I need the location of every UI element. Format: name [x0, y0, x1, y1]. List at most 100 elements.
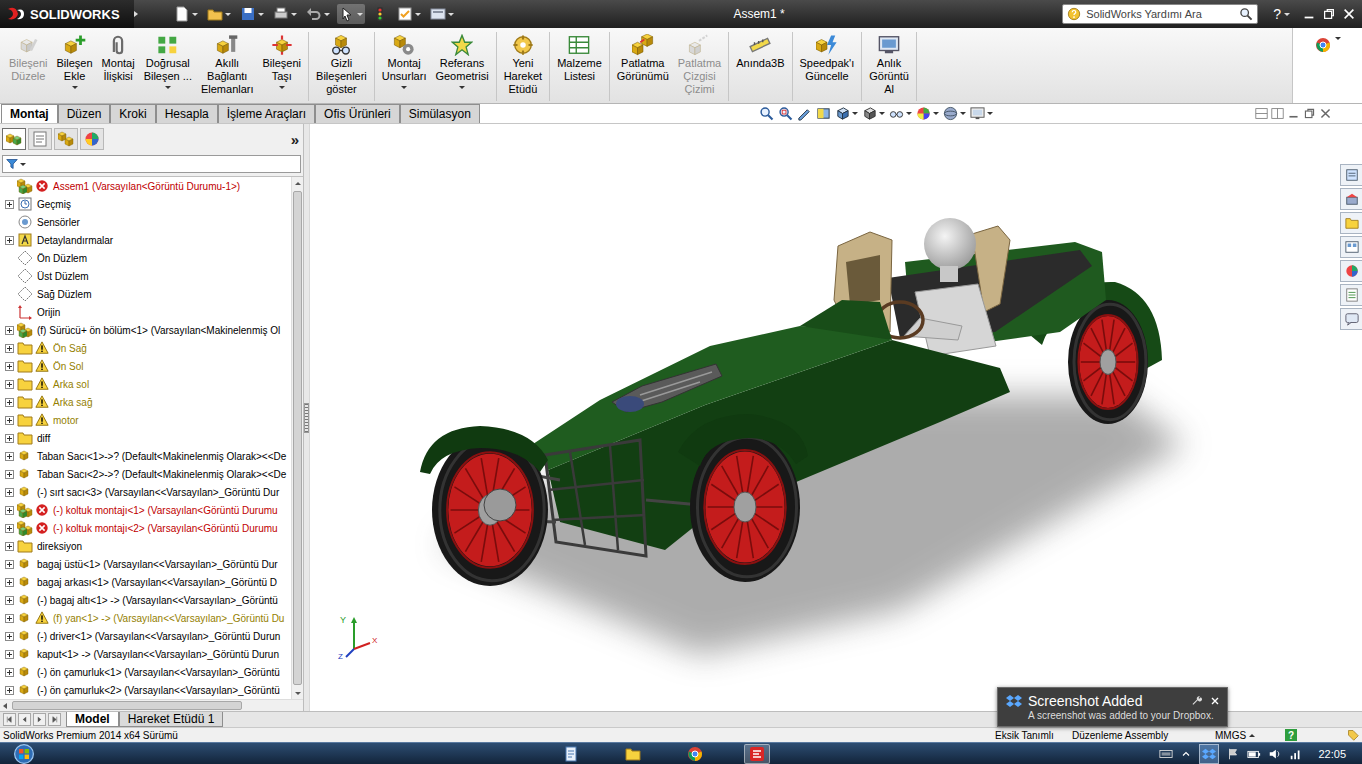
ribbon-command[interactable]: PatlatmaÇizgisiÇizimi — [675, 32, 724, 97]
expander[interactable] — [3, 558, 15, 570]
scroll-down[interactable] — [292, 687, 303, 699]
dropbox-tray[interactable] — [1199, 744, 1219, 764]
car-model[interactable] — [310, 124, 1340, 711]
dropdown-arrow-icon[interactable] — [879, 112, 885, 115]
action-flag-icon[interactable] — [1226, 747, 1240, 761]
command-tab[interactable]: Simülasyon — [400, 104, 480, 123]
tree-item[interactable]: Ön Sağ — [0, 339, 291, 357]
close-popup-icon[interactable] — [1209, 695, 1221, 707]
command-tab[interactable]: Montaj — [1, 104, 58, 123]
status-help-button[interactable]: ? — [1285, 729, 1297, 741]
quick-access-button[interactable] — [271, 4, 299, 24]
expand-plus-icon[interactable] — [5, 344, 14, 353]
expander[interactable] — [3, 612, 15, 624]
model-tab[interactable]: Hareket Etüdü 1 — [119, 712, 224, 727]
close-view-icon[interactable] — [1319, 107, 1332, 120]
tree-item[interactable]: Üst Düzlem — [0, 267, 291, 285]
dropdown-arrow-icon[interactable] — [258, 13, 264, 16]
expander[interactable] — [3, 504, 15, 516]
ribbon-command[interactable]: MalzemeListesi — [554, 32, 605, 84]
tree-item[interactable]: (-) sırt sacı<3> (Varsayılan<<Varsayılan… — [0, 483, 291, 501]
command-tab[interactable]: Ofis Ürünleri — [315, 104, 400, 123]
dropdown-arrow-icon[interactable] — [415, 13, 421, 16]
expand-plus-icon[interactable] — [5, 200, 14, 209]
tree-item[interactable]: Sağ Düzlem — [0, 285, 291, 303]
expand-plus-icon[interactable] — [5, 668, 14, 677]
tree-item[interactable]: Geçmiş — [0, 195, 291, 213]
task-pane-tab[interactable] — [1340, 284, 1362, 306]
network-bars-icon[interactable] — [1289, 747, 1303, 761]
view-tool-button[interactable] — [835, 106, 858, 121]
model-tab[interactable]: Model — [66, 712, 119, 727]
dropdown-arrow-icon[interactable] — [225, 13, 231, 16]
tree-item[interactable]: (-) driver<1> (Varsayılan<<Varsayılan>_G… — [0, 627, 291, 645]
expander[interactable] — [3, 648, 15, 660]
quick-access-button[interactable] — [172, 4, 200, 24]
ribbon-command[interactable]: BileşeniTaşı — [260, 32, 305, 91]
command-tab[interactable]: Hesapla — [156, 104, 218, 123]
expand-plus-icon[interactable] — [5, 488, 14, 497]
expand-plus-icon[interactable] — [5, 686, 14, 695]
clock[interactable]: 22:05 — [1310, 748, 1354, 760]
view-tool-button[interactable] — [816, 106, 831, 121]
command-tab[interactable]: Düzen — [58, 104, 111, 123]
nav-button[interactable] — [18, 713, 31, 726]
restore-window-icon[interactable] — [1322, 7, 1336, 21]
view-tool-button[interactable] — [916, 106, 939, 121]
tree-item[interactable]: Orijin — [0, 303, 291, 321]
dropdown-arrow-icon[interactable] — [933, 112, 939, 115]
logo[interactable]: SOLIDWORKS — [0, 0, 134, 28]
dropdown-arrow-icon[interactable] — [852, 112, 858, 115]
tree-item[interactable]: (f) Sürücü+ ön bölüm<1> (Varsayılan<Maki… — [0, 321, 291, 339]
help-button[interactable]: ? — [1270, 6, 1284, 22]
expand-plus-icon[interactable] — [5, 560, 14, 569]
ribbon-command[interactable]: AkıllıBağlantıElemanları — [198, 32, 257, 97]
panel-tab[interactable] — [54, 128, 78, 150]
expander[interactable] — [3, 234, 15, 246]
command-tab[interactable]: İşleme Araçları — [218, 104, 315, 123]
windows-start-icon[interactable] — [14, 744, 34, 764]
expand-plus-icon[interactable] — [5, 650, 14, 659]
tile-vertical-icon[interactable] — [1271, 107, 1284, 120]
expander[interactable] — [3, 540, 15, 552]
nav-button[interactable] — [3, 713, 16, 726]
quick-access-button[interactable] — [238, 4, 266, 24]
expander[interactable] — [3, 594, 15, 606]
expand-plus-icon[interactable] — [5, 506, 14, 515]
dropdown-arrow-icon[interactable] — [459, 86, 465, 89]
view-tool-button[interactable] — [797, 106, 812, 121]
tree-item[interactable]: Detaylandırmalar — [0, 231, 291, 249]
expand-plus-icon[interactable] — [5, 542, 14, 551]
expander[interactable] — [3, 432, 15, 444]
view-tool-button[interactable] — [943, 106, 966, 121]
quick-access-button[interactable] — [304, 4, 332, 24]
expand-plus-icon[interactable] — [5, 380, 14, 389]
expand-plus-icon[interactable] — [5, 524, 14, 533]
nav-button[interactable] — [48, 713, 61, 726]
restore-view-icon[interactable] — [1303, 107, 1316, 120]
ribbon-command[interactable]: MontajUnsurları — [379, 32, 430, 91]
ribbon-command[interactable]: DoğrusalBileşen ... — [141, 32, 195, 91]
quick-access-button[interactable] — [337, 4, 365, 24]
tree-item[interactable]: Ön Sol — [0, 357, 291, 375]
search-magnifier-icon[interactable] — [1239, 7, 1253, 21]
dropdown-arrow-icon[interactable] — [291, 13, 297, 16]
expander[interactable] — [3, 360, 15, 372]
dropdown-arrow-icon[interactable] — [165, 86, 171, 89]
units-dropdown-icon[interactable] — [1249, 734, 1255, 737]
help-search-field[interactable]: SolidWorks Yardımı Ara — [1062, 4, 1258, 24]
ribbon-command[interactable]: AnlıkGörüntüAl — [866, 32, 912, 97]
tree-item[interactable]: (-) bagaj altı<1> -> (Varsayılan<<Varsay… — [0, 591, 291, 609]
task-pane-tab[interactable] — [1340, 164, 1362, 186]
graphics-area[interactable]: YXZ — [310, 124, 1340, 711]
panel-tab[interactable] — [2, 128, 26, 150]
view-tool-button[interactable] — [970, 106, 993, 121]
dropdown-arrow-icon[interactable] — [20, 163, 26, 166]
task-pane-tab[interactable] — [1340, 308, 1362, 330]
scroll-up[interactable] — [292, 177, 303, 189]
panel-splitter[interactable] — [303, 124, 310, 711]
expand-plus-icon[interactable] — [5, 236, 14, 245]
tree-item[interactable]: (f) yan<1> -> (Varsayılan<<Varsayılan>_G… — [0, 609, 291, 627]
tree-item[interactable]: kaput<1> -> (Varsayılan<<Varsayılan>_Gör… — [0, 645, 291, 663]
expander[interactable] — [3, 486, 15, 498]
